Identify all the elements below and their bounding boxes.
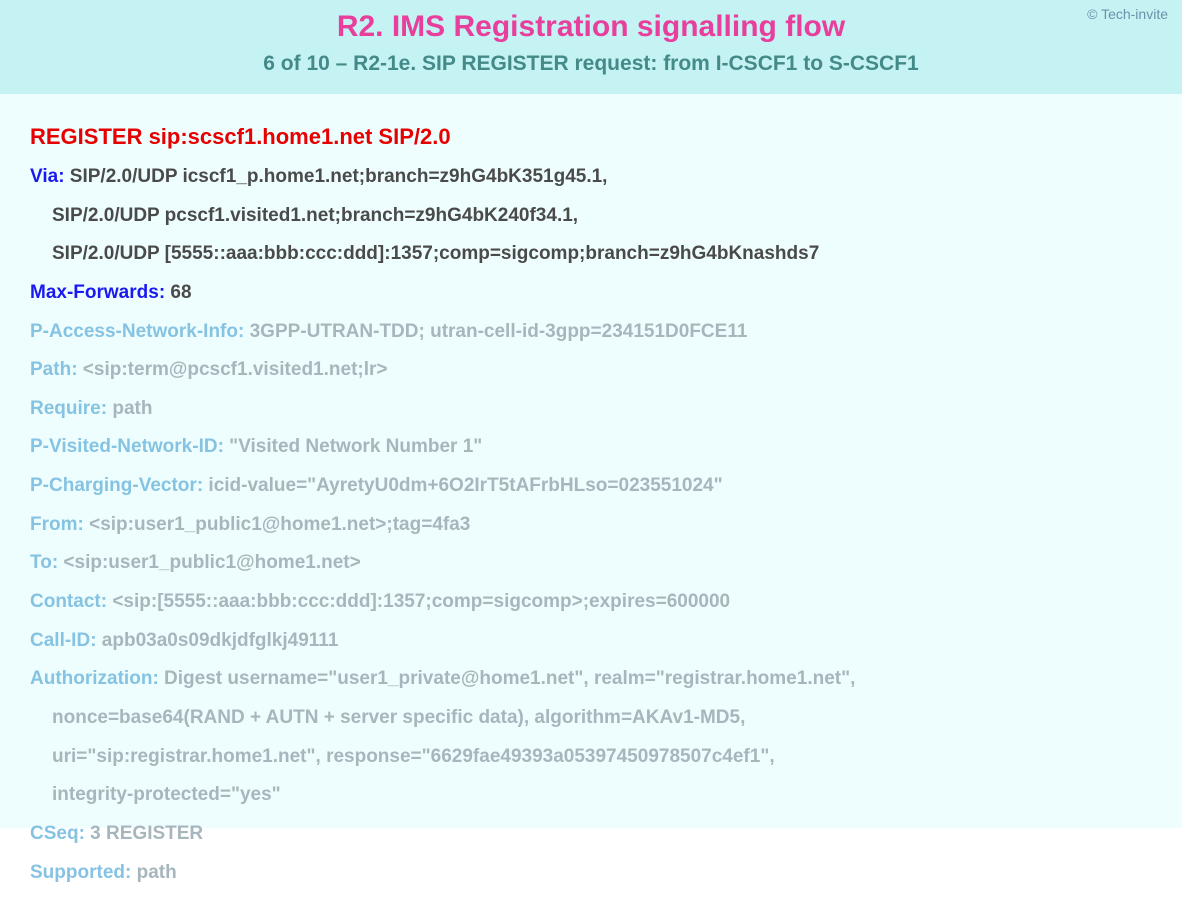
- header-key-pani: P-Access-Network-Info: [30, 321, 244, 342]
- header-value-callid: apb03a0s09dkjdfglkj49111: [97, 630, 339, 651]
- header-supported: Supported path: [30, 860, 1152, 886]
- copyright-label: © Tech-invite: [1087, 6, 1168, 22]
- header-cseq: CSeq 3 REGISTER: [30, 821, 1152, 847]
- header-key-pcv: P-Charging-Vector: [30, 475, 203, 496]
- header-key-pvni: P-Visited-Network-ID: [30, 436, 224, 457]
- header-value-require: path: [107, 398, 152, 419]
- header-value-auth-1: Digest username="user1_private@home1.net…: [159, 668, 856, 689]
- header-value-cseq: 3 REGISTER: [85, 823, 203, 844]
- header-value-contact: <sip:[5555::aaa:bbb:ccc:ddd]:1357;comp=s…: [107, 591, 730, 612]
- header-key-auth: Authorization: [30, 668, 159, 689]
- header-value-max-forwards: 68: [165, 282, 191, 303]
- header-value-path: <sip:term@pcscf1.visited1.net;lr>: [78, 359, 388, 380]
- page-header: © Tech-invite R2. IMS Registration signa…: [0, 0, 1182, 94]
- header-to: To <sip:user1_public1@home1.net>: [30, 550, 1152, 576]
- header-call-id: Call-ID apb03a0s09dkjdfglkj49111: [30, 628, 1152, 654]
- header-key-max-forwards: Max-Forwards: [30, 282, 165, 303]
- header-key-to: To: [30, 552, 58, 573]
- header-key-path: Path: [30, 359, 78, 380]
- header-key-from: From: [30, 514, 84, 535]
- header-require: Require path: [30, 396, 1152, 422]
- header-value-via-2: SIP/2.0/UDP pcscf1.visited1.net;branch=z…: [30, 203, 1152, 229]
- header-key-cseq: CSeq: [30, 823, 85, 844]
- header-p-visited-network-id: P-Visited-Network-ID "Visited Network Nu…: [30, 434, 1152, 460]
- header-max-forwards: Max-Forwards 68: [30, 280, 1152, 306]
- header-authorization: Authorization Digest username="user1_pri…: [30, 666, 1152, 692]
- header-p-charging-vector: P-Charging-Vector icid-value="AyretyU0dm…: [30, 473, 1152, 499]
- header-value-supported: path: [131, 862, 176, 883]
- header-value-pani: 3GPP-UTRAN-TDD; utran-cell-id-3gpp=23415…: [244, 321, 747, 342]
- header-key-contact: Contact: [30, 591, 107, 612]
- header-from: From <sip:user1_public1@home1.net>;tag=4…: [30, 512, 1152, 538]
- header-value-auth-2: nonce=base64(RAND + AUTN + server specif…: [30, 705, 1152, 731]
- header-value-to: <sip:user1_public1@home1.net>: [58, 552, 361, 573]
- header-key-supported: Supported: [30, 862, 131, 883]
- header-key-via: Via: [30, 166, 65, 187]
- header-contact: Contact <sip:[5555::aaa:bbb:ccc:ddd]:135…: [30, 589, 1152, 615]
- header-value-auth-4: integrity-protected="yes": [30, 782, 1152, 808]
- header-value-via-3: SIP/2.0/UDP [5555::aaa:bbb:ccc:ddd]:1357…: [30, 241, 1152, 267]
- header-via: Via SIP/2.0/UDP icscf1_p.home1.net;branc…: [30, 164, 1152, 190]
- header-key-require: Require: [30, 398, 107, 419]
- sip-request-line: REGISTER sip:scscf1.home1.net SIP/2.0: [30, 124, 1152, 150]
- header-value-from: <sip:user1_public1@home1.net>;tag=4fa3: [84, 514, 471, 535]
- header-value-auth-3: uri="sip:registrar.home1.net", response=…: [30, 744, 1152, 770]
- header-path: Path <sip:term@pcscf1.visited1.net;lr>: [30, 357, 1152, 383]
- header-value-via-1: SIP/2.0/UDP icscf1_p.home1.net;branch=z9…: [65, 166, 608, 187]
- page-title: R2. IMS Registration signalling flow: [18, 10, 1164, 44]
- header-value-pvni: "Visited Network Number 1": [224, 436, 482, 457]
- header-value-pcv: icid-value="AyretyU0dm+6O2IrT5tAFrbHLso=…: [203, 475, 722, 496]
- message-body: REGISTER sip:scscf1.home1.net SIP/2.0 Vi…: [0, 94, 1182, 828]
- page-subtitle: 6 of 10 – R2-1e. SIP REGISTER request: f…: [18, 52, 1164, 76]
- header-key-callid: Call-ID: [30, 630, 97, 651]
- header-p-access-network-info: P-Access-Network-Info 3GPP-UTRAN-TDD; ut…: [30, 319, 1152, 345]
